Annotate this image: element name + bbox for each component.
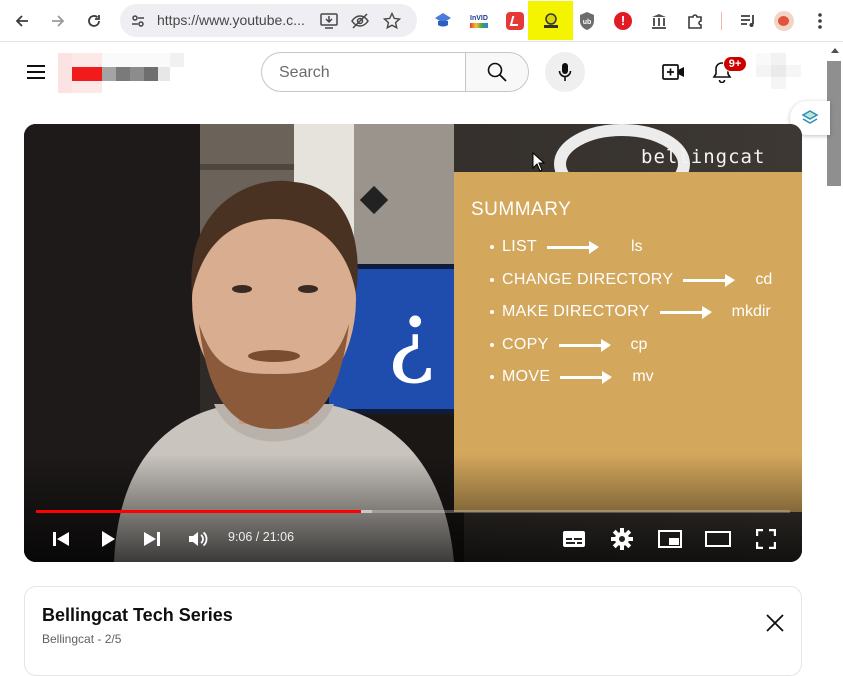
youtube-header: Search 9+ — [0, 43, 829, 101]
red-extension-icon[interactable] — [501, 7, 529, 35]
forward-icon — [52, 15, 65, 27]
svg-text:ub: ub — [583, 19, 592, 26]
fullscreen-icon — [756, 529, 776, 549]
create-video-button[interactable] — [659, 57, 689, 87]
close-icon — [766, 614, 784, 632]
summary-command-row: MOVE mv — [490, 365, 654, 389]
search-icon — [487, 62, 507, 82]
translate-extension-icon[interactable] — [429, 7, 457, 35]
more-vert-icon[interactable] — [806, 7, 834, 35]
close-playlist-button[interactable] — [761, 609, 789, 637]
progress-played — [36, 510, 361, 513]
fullscreen-button[interactable] — [751, 524, 781, 554]
command-term: COPY — [502, 336, 549, 353]
summary-command-row: LIST ls — [490, 235, 643, 259]
play-button[interactable] — [93, 524, 123, 554]
logo-mosaic-icon — [58, 53, 184, 93]
gear-icon — [611, 528, 633, 550]
youtube-logo-pixelated[interactable] — [58, 47, 194, 99]
back-icon — [15, 15, 28, 27]
command-result: mkdir — [731, 303, 771, 320]
reload-button[interactable] — [79, 6, 109, 36]
url-text: https://www.youtube.c... — [157, 12, 305, 28]
notifications-badge: 9+ — [723, 56, 747, 72]
command-result: cd — [755, 271, 773, 288]
theater-mode-icon — [705, 531, 731, 547]
theater-mode-button[interactable] — [703, 524, 733, 554]
progress-bar[interactable] — [36, 510, 790, 513]
volume-button[interactable] — [184, 524, 214, 554]
previous-button[interactable] — [46, 524, 76, 554]
command-result: cp — [630, 336, 648, 353]
svg-text:¿: ¿ — [387, 283, 435, 388]
eye-off-icon[interactable] — [350, 11, 370, 31]
alert-extension-icon[interactable]: ! — [609, 7, 637, 35]
archive-extension-icon[interactable] — [645, 7, 673, 35]
scroll-up-arrow-icon[interactable] — [831, 48, 839, 53]
site-info-icon[interactable] — [128, 11, 148, 31]
command-term: CHANGE DIRECTORY — [502, 271, 674, 288]
install-app-icon[interactable] — [319, 11, 339, 31]
browser-toolbar: https://www.youtube.c... InVID ub ! — [0, 0, 843, 42]
yellow-extension-icon[interactable] — [528, 1, 573, 40]
time-display: 9:06 / 21:06 — [228, 530, 295, 544]
playlist-panel: Bellingcat Tech Series Bellingcat - 2/5 — [24, 586, 802, 676]
subtitles-icon — [563, 531, 585, 547]
summary-command-row: COPY cp — [490, 333, 647, 357]
address-bar[interactable]: https://www.youtube.c... — [120, 4, 417, 37]
avatar-mosaic-icon — [756, 53, 801, 89]
hamburger-menu-icon[interactable] — [22, 59, 50, 85]
bookmark-star-icon[interactable] — [382, 11, 402, 31]
puzzle-extensions-icon[interactable] — [681, 7, 709, 35]
command-term: LIST — [502, 238, 537, 255]
bellingcat-watermark: bellingcat — [641, 146, 766, 168]
profile-avatar-icon[interactable] — [770, 7, 798, 35]
invid-extension-icon[interactable]: InVID — [465, 7, 493, 35]
mouse-cursor-icon — [532, 152, 546, 172]
back-button[interactable] — [7, 6, 37, 36]
skip-previous-icon — [53, 532, 69, 546]
skip-next-icon — [144, 532, 160, 546]
video-player[interactable]: ¿ bellingcat SUMMARY LIST ls CHANGE DIRE… — [24, 124, 802, 562]
forward-button[interactable] — [43, 6, 73, 36]
command-term: MAKE DIRECTORY — [502, 303, 650, 320]
reload-icon — [88, 15, 100, 27]
search-button[interactable] — [465, 52, 529, 92]
summary-title: SUMMARY — [471, 199, 572, 220]
search-placeholder: Search — [279, 64, 330, 81]
toolbar-divider — [721, 12, 722, 30]
command-result: mv — [632, 368, 654, 385]
invid-label: InVID — [470, 14, 488, 22]
miniplayer-icon — [658, 530, 682, 548]
media-control-icon[interactable] — [734, 7, 762, 35]
video-plus-icon — [662, 64, 684, 80]
ublock-extension-icon[interactable]: ub — [573, 7, 601, 35]
search-input[interactable]: Search — [261, 52, 466, 92]
command-term: MOVE — [502, 368, 551, 385]
playlist-meta[interactable]: Bellingcat - 2/5 — [42, 632, 121, 646]
next-button[interactable] — [137, 524, 167, 554]
play-icon — [102, 531, 115, 547]
layers-icon — [801, 110, 819, 124]
command-result: ls — [631, 238, 643, 255]
subtitles-button[interactable] — [559, 524, 589, 554]
volume-icon — [189, 531, 208, 547]
voice-search-button[interactable] — [545, 52, 585, 92]
playlist-title[interactable]: Bellingcat Tech Series — [42, 605, 233, 626]
summary-command-row: CHANGE DIRECTORY cd — [490, 268, 772, 292]
microphone-icon — [558, 63, 572, 81]
miniplayer-button[interactable] — [655, 524, 685, 554]
settings-button[interactable] — [607, 524, 637, 554]
summary-command-row: MAKE DIRECTORY mkdir — [490, 300, 771, 324]
account-avatar[interactable] — [756, 53, 802, 89]
